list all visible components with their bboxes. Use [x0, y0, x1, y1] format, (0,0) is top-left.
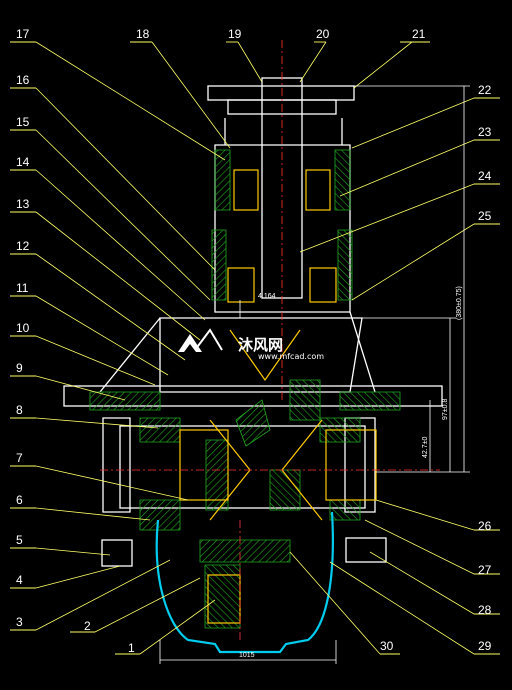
part-label-14: 14 — [16, 155, 30, 169]
part-label-19: 19 — [228, 27, 242, 41]
part-label-22: 22 — [478, 83, 492, 97]
part-label-13: 13 — [16, 197, 30, 211]
dimension-upper-small: 4.164 — [258, 293, 276, 300]
bottom-cover — [155, 511, 334, 654]
part-label-21: 21 — [412, 27, 426, 41]
watermark-logo-icon — [178, 328, 223, 352]
part-label-7: 7 — [16, 451, 23, 465]
part-label-5: 5 — [16, 533, 23, 547]
part-label-28: 28 — [478, 603, 492, 617]
part-label-9: 9 — [16, 361, 23, 375]
part-label-4: 4 — [16, 573, 23, 587]
part-label-30: 30 — [380, 639, 394, 653]
part-label-3: 3 — [16, 615, 23, 629]
assembly-drawing: 17 16 15 14 13 12 11 10 9 8 7 6 5 4 3 2 … — [10, 27, 500, 664]
part-label-2: 2 — [84, 619, 91, 633]
part-label-27: 27 — [478, 563, 492, 577]
dimension-vertical-overall: (380±0.75) — [456, 286, 463, 320]
part-label-10: 10 — [16, 321, 30, 335]
part-label-6: 6 — [16, 493, 23, 507]
part-label-24: 24 — [478, 169, 492, 183]
part-label-17: 17 — [16, 27, 30, 41]
part-label-11: 11 — [16, 281, 29, 295]
part-label-15: 15 — [16, 115, 30, 129]
hatched-sections — [89, 149, 401, 629]
part-label-16: 16 — [16, 73, 30, 87]
part-label-1: 1 — [128, 641, 135, 655]
dimension-vertical-mid: 97±0.8 — [442, 399, 449, 420]
part-label-8: 8 — [16, 403, 23, 417]
part-label-18: 18 — [136, 27, 150, 41]
dimension-bottom-width: 1015 — [239, 652, 255, 659]
part-label-25: 25 — [478, 209, 492, 223]
part-label-12: 12 — [16, 239, 30, 253]
dimension-vertical-lower: 42.7±0 — [422, 437, 429, 458]
part-label-26: 26 — [478, 519, 492, 533]
housing-outline — [63, 77, 443, 567]
part-label-20: 20 — [316, 27, 330, 41]
part-label-23: 23 — [478, 125, 492, 139]
watermark: 沐风网 www.mfcad.com — [178, 328, 324, 361]
watermark-url: www.mfcad.com — [258, 352, 324, 361]
part-label-29: 29 — [478, 639, 492, 653]
